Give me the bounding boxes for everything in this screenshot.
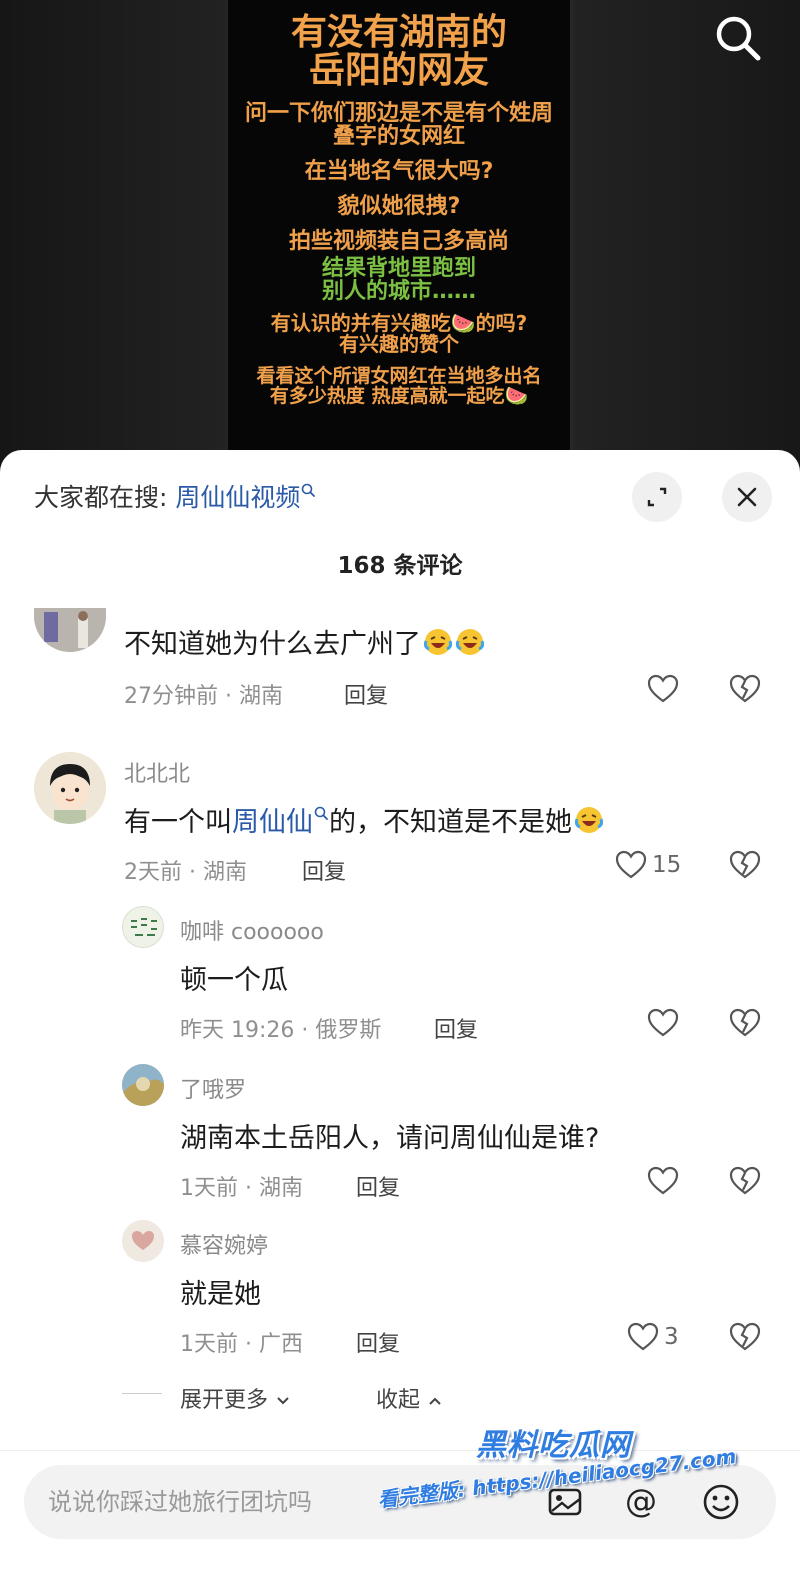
avatar[interactable] (122, 1220, 164, 1262)
trending-link[interactable]: 周仙仙视频 (175, 483, 316, 512)
reply-button[interactable]: 回复 (356, 1170, 400, 1202)
emoji-icon[interactable] (700, 1481, 742, 1523)
search-icon (302, 483, 316, 497)
like-count: 3 (664, 1324, 679, 1350)
like-button[interactable] (646, 1006, 680, 1040)
avatar[interactable] (34, 752, 106, 824)
broken-heart-icon (729, 850, 761, 879)
poster-line: 拍些视频装自己多高尚 (288, 228, 509, 254)
trending-search: 大家都在搜: 周仙仙视频 (34, 478, 316, 514)
like-count: 15 (652, 852, 682, 878)
poster-line: 有认识的并有兴趣吃🍉的吗? (270, 311, 528, 336)
search-icon (314, 806, 328, 820)
poster-line: 结果背地里跑到 (321, 256, 476, 282)
dislike-button[interactable] (728, 672, 762, 710)
heart-icon (647, 674, 679, 703)
dislike-button[interactable] (728, 848, 762, 886)
comment-input[interactable] (48, 1465, 528, 1539)
trending-label: 大家都在搜: (34, 483, 168, 512)
laughing-crying-emoji-icon (455, 629, 485, 655)
chevron-down-icon (277, 1397, 289, 1405)
avatar[interactable] (122, 906, 164, 948)
heart-icon (627, 1322, 659, 1351)
laughing-crying-emoji-icon (423, 629, 453, 655)
like-button[interactable] (646, 1164, 680, 1198)
comment-text: 顿一个瓜 (180, 965, 288, 996)
expand-more-button[interactable]: 展开更多 (180, 1382, 291, 1414)
commenter-name[interactable]: 咖啡 coooooo (180, 914, 324, 946)
poster-line: 别人的城市…… (321, 279, 476, 305)
expand-button[interactable] (632, 472, 682, 522)
comment-text: 就是她 (180, 1279, 261, 1310)
video-poster: 有没有湖南的 岳阳的网友 问一下你们那边是不是有个姓周 叠字的女网红 在当地名气… (228, 0, 570, 450)
poster-line: 叠字的女网红 (332, 123, 465, 149)
comment-input-pill[interactable]: @ (24, 1465, 776, 1539)
video-background[interactable]: 有没有湖南的 岳阳的网友 问一下你们那边是不是有个姓周 叠字的女网红 在当地名气… (0, 0, 800, 480)
dislike-button[interactable] (728, 1320, 762, 1358)
poster-line: 问一下你们那边是不是有个姓周 (244, 100, 553, 126)
poster-line: 貌似她很拽? (337, 193, 461, 219)
svg-text:@: @ (625, 1482, 657, 1520)
comment-meta: 1天前 · 湖南 (180, 1176, 303, 1201)
reply-button[interactable]: 回复 (434, 1012, 478, 1044)
like-button[interactable] (646, 672, 680, 706)
broken-heart-icon (729, 674, 761, 703)
poster-line: 有没有湖南的 (290, 12, 507, 53)
comment-text: 有一个叫周仙仙 的，不知道是不是她 (124, 800, 604, 839)
reply-button[interactable]: 回复 (302, 854, 346, 886)
expand-icon (647, 487, 667, 507)
poster-line: 在当地名气很大吗? (304, 158, 494, 184)
comment-input-bar: @ (0, 1450, 800, 1578)
broken-heart-icon (729, 1008, 761, 1037)
dislike-button[interactable] (728, 1164, 762, 1202)
comment-text: 湖南本土岳阳人，请问周仙仙是谁? (180, 1123, 600, 1154)
comment-text: 不知道她为什么去广州了 (124, 622, 485, 661)
comment-meta: 1天前 · 广西 (180, 1332, 303, 1357)
heart-icon (647, 1166, 679, 1195)
mention-link[interactable]: 周仙仙 (232, 806, 329, 838)
mention-icon[interactable]: @ (620, 1481, 662, 1523)
poster-line: 有兴趣的赞个 (339, 332, 459, 357)
commenter-name[interactable]: 了哦罗 (180, 1072, 246, 1104)
avatar[interactable] (122, 1064, 164, 1106)
close-button[interactable] (722, 472, 772, 522)
poster-line: 有多少热度 热度高就一起吃🍉 (269, 385, 529, 408)
comment-meta: 2天前 · 湖南 (124, 860, 247, 885)
broken-heart-icon (729, 1166, 761, 1195)
poster-line: 岳阳的网友 (308, 49, 489, 91)
close-icon (737, 487, 757, 507)
heart-icon (647, 1008, 679, 1037)
thread-divider (122, 1393, 162, 1394)
commenter-name[interactable]: 慕容婉婷 (180, 1228, 268, 1260)
comment-meta: 27分钟前 · 湖南 (124, 684, 283, 709)
commenter-name[interactable]: 北北北 (124, 756, 190, 788)
search-icon[interactable] (712, 12, 764, 64)
image-icon[interactable] (544, 1481, 586, 1523)
dislike-button[interactable] (728, 1006, 762, 1044)
reply-button[interactable]: 回复 (356, 1326, 400, 1358)
collapse-button[interactable]: 收起 (376, 1382, 443, 1414)
like-button[interactable]: 15 (614, 848, 681, 882)
laughing-crying-emoji-icon (574, 807, 604, 833)
heart-icon (615, 850, 647, 879)
comment-count: 168 条评论 (337, 553, 463, 579)
chevron-up-icon (429, 1397, 441, 1405)
broken-heart-icon (729, 1322, 761, 1351)
comment-meta: 昨天 19:26 · 俄罗斯 (180, 1018, 382, 1043)
like-button[interactable]: 3 (626, 1320, 679, 1354)
reply-button[interactable]: 回复 (344, 678, 388, 710)
